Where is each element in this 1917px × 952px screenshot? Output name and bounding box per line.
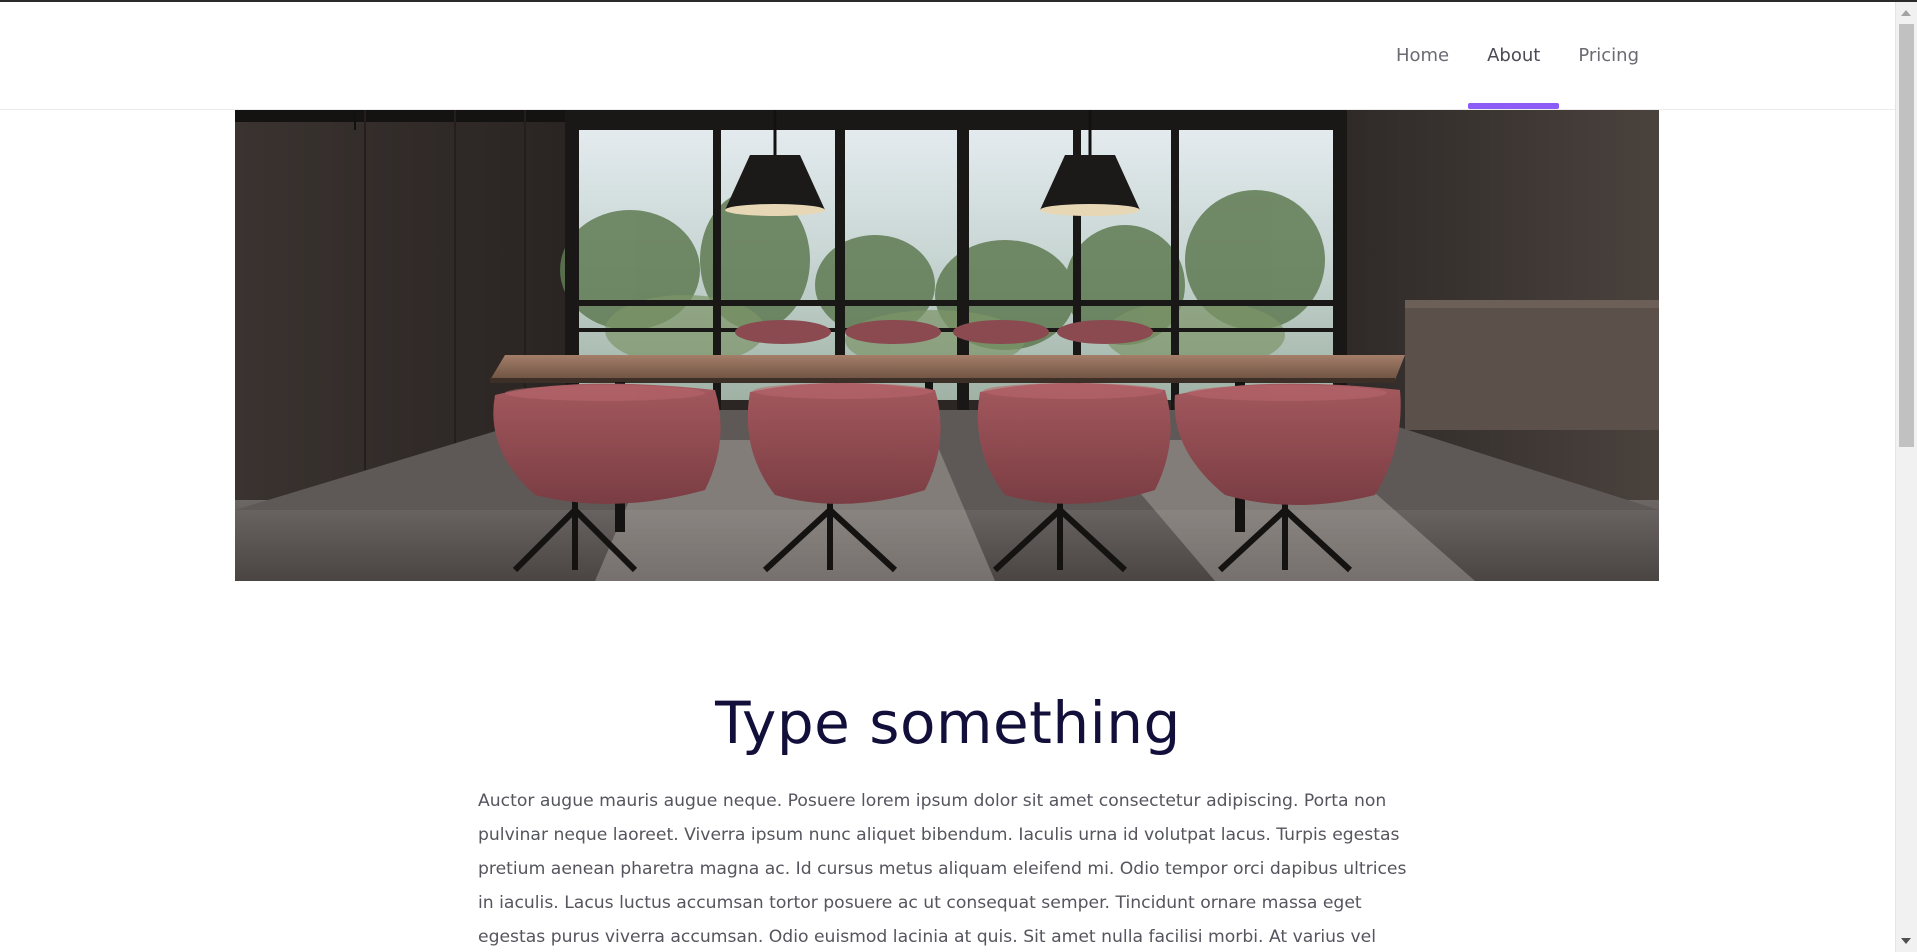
- site-header: Home About Pricing: [0, 2, 1896, 110]
- nav-item-pricing[interactable]: Pricing: [1559, 2, 1658, 109]
- body-paragraph: Auctor augue mauris augue neque. Posuere…: [478, 791, 1407, 947]
- main-nav: Home About Pricing: [1377, 2, 1658, 109]
- scroll-up-icon[interactable]: [1901, 10, 1911, 16]
- hero-image: [235, 110, 1659, 581]
- main-content: Type something Auctor augue mauris augue…: [478, 680, 1418, 952]
- meeting-room-photo: [235, 110, 1659, 581]
- page: Home About Pricing Type something Auctor…: [0, 0, 1917, 952]
- page-title: Type something: [715, 689, 1181, 757]
- nav-item-about[interactable]: About: [1468, 2, 1560, 109]
- vertical-scrollbar[interactable]: [1895, 2, 1917, 952]
- scroll-thumb[interactable]: [1899, 24, 1914, 447]
- scroll-down-icon[interactable]: [1901, 938, 1911, 944]
- nav-item-home[interactable]: Home: [1377, 2, 1468, 109]
